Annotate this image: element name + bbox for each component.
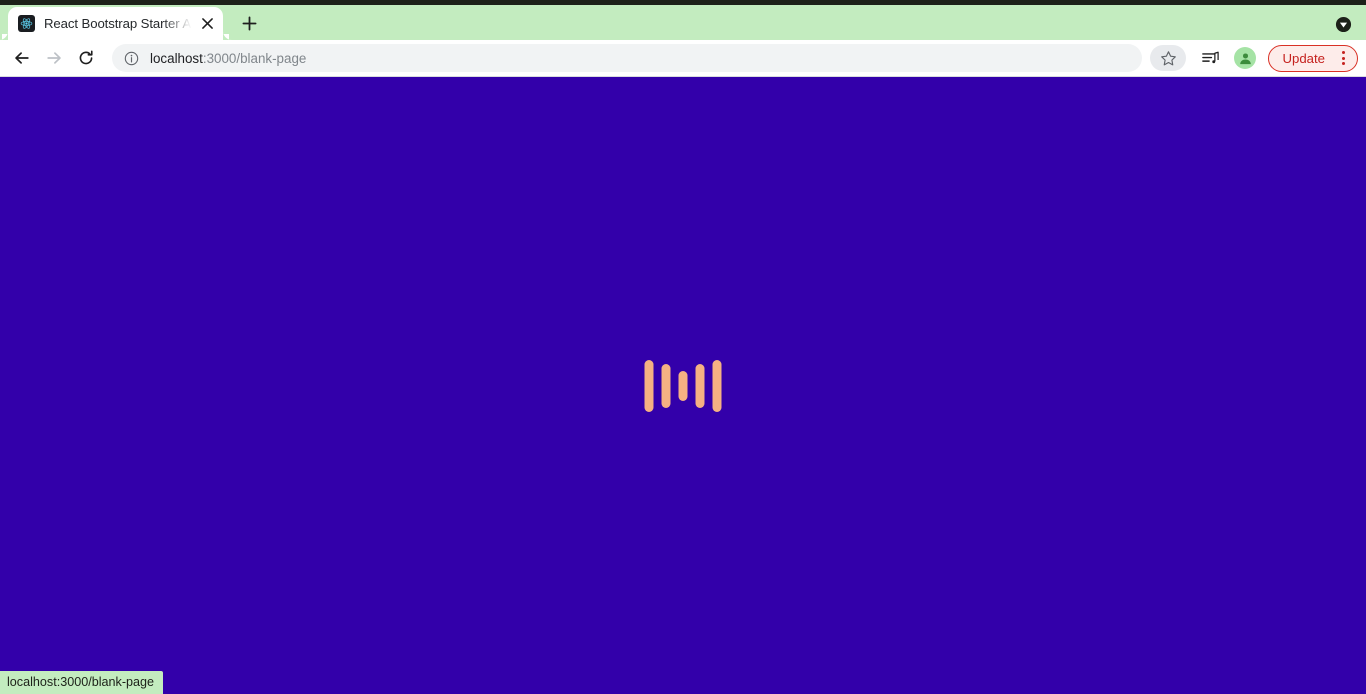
menu-dot xyxy=(1341,51,1345,54)
bookmark-button[interactable] xyxy=(1150,45,1187,71)
page-viewport: localhost:3000/blank-page xyxy=(0,77,1366,694)
three-dots-vertical-icon[interactable] xyxy=(1335,49,1351,67)
menu-dot xyxy=(1341,56,1345,60)
download-arrow-icon[interactable] xyxy=(1335,16,1352,33)
reload-button[interactable] xyxy=(70,42,102,74)
spinner-bar xyxy=(661,363,671,408)
forward-button[interactable] xyxy=(38,42,70,74)
spinner-bar xyxy=(678,370,688,401)
tab-list: React Bootstrap Starter A xyxy=(0,5,232,40)
address-bar-text: localhost:3000/blank-page xyxy=(150,51,306,66)
info-circle-icon[interactable] xyxy=(124,51,139,66)
status-bubble: localhost:3000/blank-page xyxy=(0,670,164,694)
react-logo-icon xyxy=(18,15,35,32)
spinner-bar xyxy=(712,359,722,412)
update-button-label: Update xyxy=(1282,50,1325,66)
plus-icon xyxy=(242,16,256,30)
address-bar[interactable]: localhost:3000/blank-page xyxy=(112,44,1143,72)
back-button[interactable] xyxy=(6,42,38,74)
media-playlist-button[interactable] xyxy=(1196,44,1224,72)
browser-toolbar: localhost:3000/blank-page Update xyxy=(0,40,1366,76)
media-playlist-icon xyxy=(1202,51,1219,63)
tab-title: React Bootstrap Starter A xyxy=(44,16,192,31)
spinner-bar xyxy=(644,359,654,412)
arrow-right-icon xyxy=(47,52,61,64)
spinner-bar xyxy=(695,363,705,408)
person-avatar-icon[interactable] xyxy=(1234,47,1257,69)
close-icon[interactable] xyxy=(196,13,218,35)
update-button[interactable]: Update xyxy=(1268,44,1358,72)
address-bar-host: localhost xyxy=(150,50,203,66)
reload-icon xyxy=(79,50,93,65)
address-bar-path: :3000/blank-page xyxy=(202,50,307,66)
bar-loader-spinner xyxy=(644,354,722,418)
arrow-left-icon xyxy=(15,52,29,64)
menu-dot xyxy=(1341,62,1345,65)
star-icon xyxy=(1161,50,1176,65)
browser-tab[interactable]: React Bootstrap Starter A xyxy=(0,7,232,40)
browser-window: React Bootstrap Starter A localhost:3000… xyxy=(0,0,1366,694)
tab-strip: React Bootstrap Starter A xyxy=(0,5,1366,40)
new-tab-button[interactable] xyxy=(235,9,263,37)
